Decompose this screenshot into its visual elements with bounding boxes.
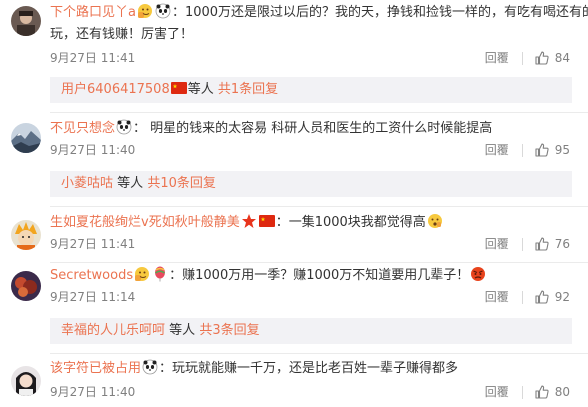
avatar[interactable] (11, 366, 41, 396)
action-divider (521, 290, 523, 304)
sub-reply-user[interactable]: 小菱咕咕 (61, 176, 113, 191)
like-count: 80 (554, 385, 570, 399)
sub-reply-summary[interactable]: 幸福的人儿乐呵呵 等人 共3条回复 (50, 318, 572, 344)
china-flag-icon (258, 213, 275, 229)
comment-actions: 回覆 95 (485, 141, 570, 159)
comment-actions: 回覆 76 (485, 235, 570, 253)
action-divider (521, 143, 523, 157)
comment-text: ：赚1000万用一季？赚1000万不知道要用几辈子！ (169, 268, 470, 283)
like-count: 76 (554, 237, 570, 251)
reply-button[interactable]: 回覆 (485, 383, 509, 401)
comment-actions: 回覆 84 (485, 49, 570, 67)
reply-button[interactable]: 回覆 (485, 49, 509, 67)
red-star-icon (241, 213, 257, 229)
comment-text: ：玩玩就能赚一千万，还是比老百姓一辈子赚得都多 (159, 361, 459, 376)
comment-text: ：一集1000块我都觉得高 (275, 215, 426, 230)
comment-timestamp: 9月27日 11:40 (50, 385, 136, 399)
comment-username[interactable]: 生如夏花般绚烂v死如秋叶般静美 (50, 215, 240, 230)
comment-divider (50, 112, 588, 113)
comment-username[interactable]: 下个路口见丫a (50, 5, 136, 20)
panda-emoji-icon (142, 359, 158, 375)
like-button[interactable]: 95 (535, 141, 570, 159)
avatar[interactable] (11, 6, 41, 36)
comment-timestamp: 9月27日 11:14 (50, 290, 136, 304)
sub-reply-count[interactable]: 共10条回复 (147, 176, 216, 191)
action-divider (521, 51, 523, 65)
rainbow-balloon-icon (152, 266, 168, 282)
thumbs-up-icon (535, 237, 549, 251)
shocked-face-emoji-icon (427, 213, 443, 229)
comment-divider (50, 262, 588, 263)
action-divider (521, 237, 523, 251)
sub-reply-user[interactable]: 幸福的人儿乐呵呵 (61, 323, 165, 338)
thumbs-face-emoji-icon (134, 266, 150, 282)
sub-reply-count[interactable]: 共3条回复 (199, 323, 259, 338)
sub-reply-summary[interactable]: 小菱咕咕 等人 共10条回复 (50, 171, 572, 197)
thumbs-up-icon (535, 290, 549, 304)
comment-divider (50, 206, 588, 207)
sub-reply-user[interactable]: 用户6406417508 (61, 82, 170, 97)
comment-timestamp: 9月27日 11:40 (50, 143, 136, 157)
comment-username[interactable]: Secretwoods (50, 268, 133, 283)
china-flag-icon (170, 80, 187, 96)
comment-actions: 回覆 80 (485, 383, 570, 401)
thumbs-face-emoji-icon (137, 3, 153, 19)
like-button[interactable]: 92 (535, 288, 570, 306)
action-divider (521, 385, 523, 399)
thumbs-up-icon (535, 143, 549, 157)
comment-username[interactable]: 该字符已被占用 (50, 361, 141, 376)
thumbs-up-icon (535, 51, 549, 65)
comment-divider (50, 353, 588, 354)
comment-timestamp: 9月27日 11:41 (50, 237, 136, 251)
reply-button[interactable]: 回覆 (485, 235, 509, 253)
angry-face-emoji-icon (470, 266, 486, 282)
sub-reply-summary[interactable]: 用户6406417508 等人 共1条回复 (50, 77, 572, 103)
comment-username[interactable]: 不见只想念 (50, 121, 115, 136)
panda-emoji-icon (155, 3, 171, 19)
reply-button[interactable]: 回覆 (485, 141, 509, 159)
comment-timestamp: 9月27日 11:41 (50, 51, 136, 65)
like-count: 92 (554, 290, 570, 304)
like-button[interactable]: 76 (535, 235, 570, 253)
avatar[interactable] (11, 123, 41, 153)
comment-text: ： 明星的钱来的太容易 科研人员和医生的工资什么时候能提高 (133, 121, 493, 136)
sub-reply-mid: 等人 (187, 82, 214, 97)
comment-text: ：1000万还是限过以后的？我的天，挣钱和捡钱一样的，有吃有喝还有的 (171, 5, 588, 20)
sub-reply-mid: 等人 (169, 323, 196, 338)
sub-reply-count[interactable]: 共1条回复 (218, 82, 278, 97)
reply-button[interactable]: 回覆 (485, 288, 509, 306)
comment-text-continued: 玩，还有钱赚！厉害了！ (50, 27, 194, 42)
sub-reply-mid: 等人 (117, 176, 144, 191)
comment-actions: 回覆 92 (485, 288, 570, 306)
like-count: 95 (554, 143, 570, 157)
like-button[interactable]: 84 (535, 49, 570, 67)
avatar[interactable] (11, 271, 41, 301)
thumbs-up-icon (535, 385, 549, 399)
like-count: 84 (554, 51, 570, 65)
panda-emoji-icon (116, 119, 132, 135)
avatar[interactable] (11, 220, 41, 250)
like-button[interactable]: 80 (535, 383, 570, 401)
